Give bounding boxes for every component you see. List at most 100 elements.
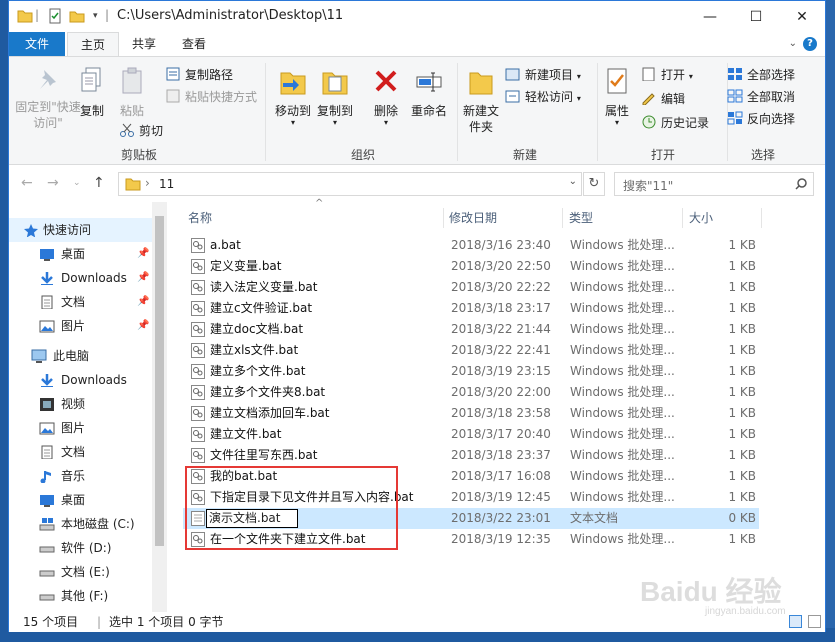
sidebar-item-pc-desktop[interactable]: 桌面	[9, 488, 154, 512]
pin-quick-access-button[interactable]: 固定到"快速访问"	[13, 67, 83, 131]
sidebar-item-pc-downloads[interactable]: Downloads	[9, 368, 154, 392]
file-name: 定义变量.bat	[210, 259, 282, 273]
nav-scrollbar-thumb[interactable]	[155, 216, 164, 546]
maximize-button[interactable]: ☐	[733, 1, 779, 32]
pin-icon[interactable]: 📌	[137, 314, 149, 338]
sidebar-item-drive-d[interactable]: 软件 (D:)	[9, 536, 154, 560]
forward-arrow-icon[interactable]: →	[47, 175, 59, 191]
new-folder-qat-icon[interactable]	[69, 8, 85, 24]
history-button[interactable]: 历史记录	[641, 113, 709, 133]
pin-icon[interactable]: 📌	[137, 290, 149, 314]
batch-file-icon	[191, 343, 205, 358]
sort-ascending-icon: ^	[315, 198, 324, 209]
document-icon	[41, 295, 53, 309]
search-input[interactable]: 搜索"11"	[614, 172, 814, 196]
file-name: 建立xls文件.bat	[210, 343, 299, 357]
table-row[interactable]: 建立文件.bat 2018/3/17 20:40 Windows 批处理... 1 K…	[183, 424, 759, 445]
invert-selection-button[interactable]: 反向选择	[727, 109, 795, 129]
properties-button[interactable]: 属性 ▾	[599, 67, 635, 127]
paste-shortcut-button[interactable]: 粘贴快捷方式	[165, 87, 257, 107]
paste-icon	[122, 67, 142, 94]
table-row[interactable]: 建立xls文件.bat 2018/3/22 22:41 Windows 批处理...…	[183, 340, 759, 361]
batch-file-icon	[191, 322, 205, 337]
address-bar[interactable]: › 11 ⌄	[118, 172, 582, 196]
column-header-type[interactable]: 类型	[569, 208, 593, 228]
qat-dropdown-icon[interactable]: ▾	[93, 11, 98, 27]
rename-button[interactable]: 重命名	[409, 67, 449, 119]
table-row[interactable]: 读入法定义变量.bat 2018/3/20 22:22 Windows 批处理...…	[183, 277, 759, 298]
sidebar-item-this-pc[interactable]: 此电脑	[9, 344, 154, 368]
copy-to-button[interactable]: 复制到 ▾	[315, 67, 355, 127]
sidebar-item-music[interactable]: 音乐	[9, 464, 154, 488]
file-date: 2018/3/20 22:00	[451, 385, 551, 399]
sidebar-item-pictures[interactable]: 图片 📌	[9, 314, 154, 338]
address-row: ← → ⌄ ↑ › 11 ⌄ ↻ 搜索"11"	[9, 166, 825, 202]
minimize-button[interactable]: —	[687, 1, 733, 32]
table-row[interactable]: 建立多个文件.bat 2018/3/19 23:15 Windows 批处理... 1…	[183, 361, 759, 382]
easy-access-button[interactable]: 轻松访问 ▾	[505, 87, 581, 107]
table-row[interactable]: 定义变量.bat 2018/3/20 22:50 Windows 批处理... 1 K…	[183, 256, 759, 277]
tab-file[interactable]: 文件	[9, 32, 65, 56]
properties-qat-icon[interactable]	[47, 8, 63, 24]
tab-home[interactable]: 主页	[67, 32, 119, 56]
table-row[interactable]: 建立多个文件夹8.bat 2018/3/20 22:00 Windows 批处理..…	[183, 382, 759, 403]
tab-share[interactable]: 共享	[121, 32, 167, 56]
chevron-down-icon[interactable]: ⌄	[569, 176, 577, 187]
file-size: 1 KB	[728, 406, 756, 420]
batch-file-icon	[191, 448, 205, 463]
table-row[interactable]: 文件往里写东西.bat 2018/3/18 23:37 Windows 批处理...…	[183, 445, 759, 466]
sidebar-item-videos[interactable]: 视频	[9, 392, 154, 416]
file-date: 2018/3/18 23:17	[451, 301, 551, 315]
chevron-down-icon[interactable]: ⌄	[789, 38, 797, 49]
column-header-name[interactable]: 名称	[188, 208, 212, 228]
file-type: Windows 批处理...	[570, 322, 675, 336]
new-item-button[interactable]: 新建项目 ▾	[505, 65, 581, 85]
copy-path-button[interactable]: 复制路径	[165, 65, 233, 85]
sidebar-item-drive-f[interactable]: 其他 (F:)	[9, 584, 154, 608]
table-row[interactable]: 建立c文件验证.bat 2018/3/18 23:17 Windows 批处理...…	[183, 298, 759, 319]
file-date: 2018/3/20 22:50	[451, 259, 551, 273]
pin-icon[interactable]: 📌	[137, 266, 149, 290]
table-row[interactable]: 建立文档添加回车.bat 2018/3/18 23:58 Windows 批处理..…	[183, 403, 759, 424]
back-arrow-icon[interactable]: ←	[21, 175, 33, 191]
close-button[interactable]: ✕	[779, 1, 825, 32]
recent-locations-icon[interactable]: ⌄	[73, 178, 81, 188]
copy-button[interactable]: 复制	[77, 67, 107, 119]
file-type: Windows 批处理...	[570, 469, 675, 483]
sidebar-item-quick-access[interactable]: 快速访问	[9, 218, 154, 242]
new-folder-button[interactable]: 新建文件夹	[461, 67, 501, 135]
select-all-button[interactable]: 全部选择	[727, 65, 795, 85]
table-row[interactable]: 建立doc文档.bat 2018/3/22 21:44 Windows 批处理...…	[183, 319, 759, 340]
sidebar-item-desktop[interactable]: 桌面 📌	[9, 242, 154, 266]
table-row[interactable]: a.bat 2018/3/16 23:40 Windows 批处理... 1 KB	[183, 235, 759, 256]
file-size: 1 KB	[728, 343, 756, 357]
nav-scrollbar[interactable]	[152, 202, 167, 612]
paste-button[interactable]: 粘贴	[115, 67, 149, 119]
details-view-button[interactable]	[789, 615, 802, 628]
large-icons-view-button[interactable]	[808, 615, 821, 628]
move-to-button[interactable]: 移动到 ▾	[273, 67, 313, 127]
breadcrumb[interactable]: 11	[159, 177, 174, 191]
sidebar-item-pc-pictures[interactable]: 图片	[9, 416, 154, 440]
tab-view[interactable]: 查看	[171, 32, 217, 56]
highlight-annotation-box	[185, 466, 398, 550]
select-none-button[interactable]: 全部取消	[727, 87, 795, 107]
properties-icon	[607, 68, 627, 94]
file-date: 2018/3/16 23:40	[451, 238, 551, 252]
delete-button[interactable]: 删除 ▾	[369, 67, 403, 127]
column-header-size[interactable]: 大小	[689, 208, 713, 228]
refresh-button[interactable]: ↻	[583, 172, 605, 196]
up-arrow-icon[interactable]: ↑	[93, 175, 105, 191]
column-header-date[interactable]: 修改日期	[449, 208, 497, 228]
sidebar-item-documents[interactable]: 文档 📌	[9, 290, 154, 314]
file-type: Windows 批处理...	[570, 238, 675, 252]
sidebar-item-drive-e[interactable]: 文档 (E:)	[9, 560, 154, 584]
cut-button[interactable]: 剪切	[119, 121, 163, 141]
sidebar-item-drive-c[interactable]: 本地磁盘 (C:)	[9, 512, 154, 536]
pin-icon[interactable]: 📌	[137, 242, 149, 266]
sidebar-item-pc-documents[interactable]: 文档	[9, 440, 154, 464]
open-button[interactable]: 打开 ▾	[641, 65, 693, 85]
help-icon[interactable]: ?	[803, 37, 817, 51]
sidebar-item-downloads[interactable]: Downloads 📌	[9, 266, 154, 290]
edit-button[interactable]: 编辑	[641, 89, 685, 109]
